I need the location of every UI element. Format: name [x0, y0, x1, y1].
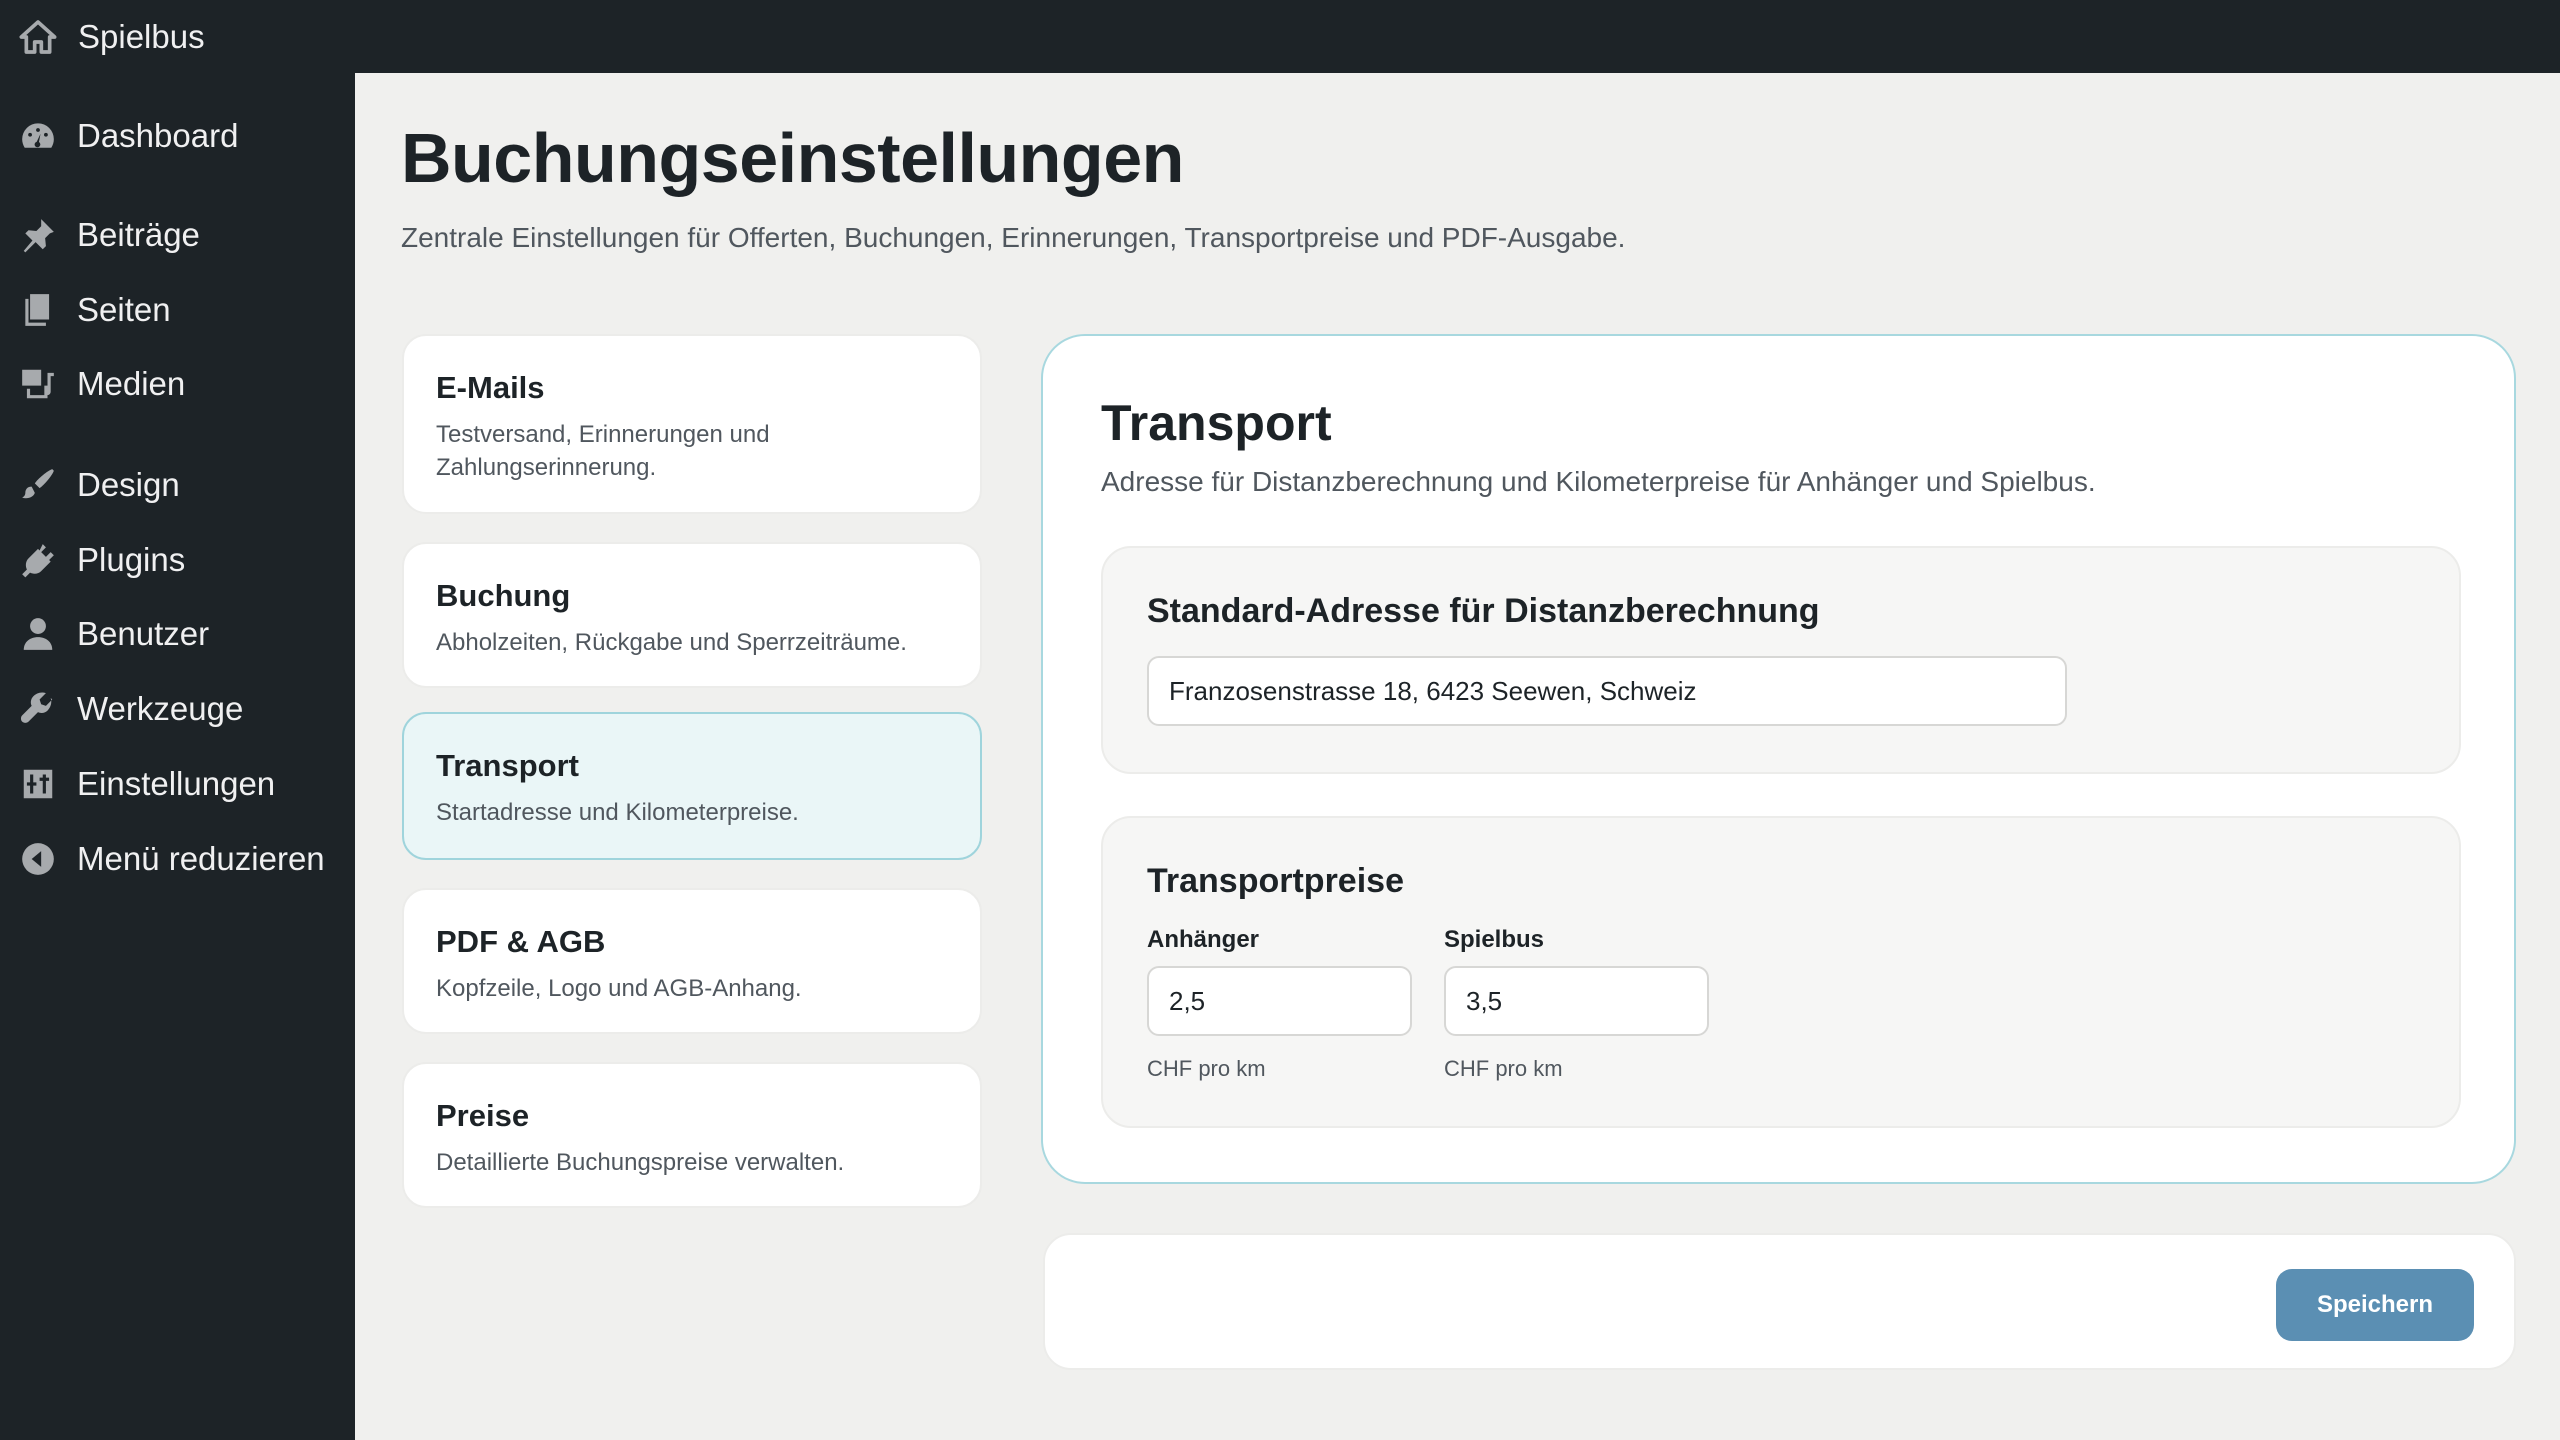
bus-price-input[interactable]: 3,5 [1444, 966, 1709, 1036]
transport-panel: Transport Adresse für Distanzberechnung … [1041, 334, 2516, 1184]
card-description: Abholzeiten, Rückgabe und Sperrzeiträume… [436, 629, 907, 656]
dashboard-icon [18, 116, 58, 156]
sidebar-item-seiten[interactable]: Seiten [0, 280, 355, 340]
collapse-icon [18, 839, 58, 879]
bus-price-label: Spielbus [1444, 926, 1545, 953]
card-transport[interactable]: Transport Startadresse und Kilometerprei… [402, 712, 982, 860]
address-section-title: Standard-Adresse für Distanzberechnung [1147, 592, 1820, 630]
sidebar-item-label: Beiträge [77, 216, 200, 253]
address-input[interactable]: Franzosenstrasse 18, 6423 Seewen, Schwei… [1147, 656, 2067, 726]
card-title: E-Mails [436, 370, 545, 405]
save-button[interactable]: Speichern [2276, 1269, 2474, 1341]
pin-icon [18, 215, 58, 255]
address-section: Standard-Adresse für Distanzberechnung F… [1101, 546, 2461, 774]
card-pdf-agb[interactable]: PDF & AGB Kopfzeile, Logo und AGB-Anhang… [402, 888, 982, 1034]
site-name: Spielbus [78, 17, 205, 55]
sidebar-item-design[interactable]: Design [0, 455, 355, 515]
admin-bar: Spielbus [0, 0, 2560, 73]
card-description: Detaillierte Buchungspreise verwalten. [436, 1149, 845, 1176]
trailer-price-help: CHF pro km [1147, 1056, 1266, 1081]
pages-icon [18, 290, 58, 330]
card-title: Preise [436, 1098, 530, 1133]
sidebar-item-collapse[interactable]: Menü reduzieren [0, 829, 355, 889]
trailer-price-input[interactable]: 2,5 [1147, 966, 1412, 1036]
save-bar: Speichern [1043, 1233, 2516, 1370]
sidebar-item-label: Einstellungen [77, 765, 276, 802]
sidebar-item-label: Benutzer [77, 615, 210, 652]
page-title: Buchungseinstellungen [401, 119, 1184, 197]
sidebar-item-label: Dashboard [77, 117, 239, 154]
card-description: Startadresse und Kilometerpreise. [436, 799, 799, 826]
plugin-icon [18, 540, 58, 580]
card-description: Testversand, Erinnerungen und Zahlungser… [436, 421, 770, 481]
sidebar-item-einstellungen[interactable]: Einstellungen [0, 754, 355, 814]
page-subtitle: Zentrale Einstellungen für Offerten, Buc… [401, 222, 1626, 253]
sidebar-item-werkzeuge[interactable]: Werkzeuge [0, 679, 355, 739]
card-title: PDF & AGB [436, 924, 606, 959]
card-title: Transport [436, 748, 579, 783]
trailer-price-label: Anhänger [1147, 926, 1260, 953]
card-preise[interactable]: Preise Detaillierte Buchungspreise verwa… [402, 1062, 982, 1208]
sidebar-item-benutzer[interactable]: Benutzer [0, 604, 355, 664]
wrench-icon [18, 689, 58, 729]
brush-icon [18, 465, 58, 505]
panel-title: Transport [1101, 395, 1332, 451]
site-link[interactable]: Spielbus [18, 0, 205, 73]
sidebar-item-beitraege[interactable]: Beiträge [0, 205, 355, 265]
bus-price-help: CHF pro km [1444, 1056, 1563, 1081]
sidebar-item-plugins[interactable]: Plugins [0, 530, 355, 590]
settings-icon [18, 764, 58, 804]
card-description: Kopfzeile, Logo und AGB-Anhang. [436, 975, 802, 1002]
sidebar-item-label: Design [77, 466, 180, 503]
card-buchung[interactable]: Buchung Abholzeiten, Rückgabe und Sperrz… [402, 542, 982, 688]
sidebar-item-label: Seiten [77, 291, 171, 328]
transport-prices-section: Transportpreise Anhänger 2,5 CHF pro km … [1101, 816, 2461, 1128]
user-icon [18, 614, 58, 654]
sidebar-item-label: Menü reduzieren [77, 840, 325, 877]
sidebar-item-label: Medien [77, 365, 186, 402]
sidebar-item-label: Plugins [77, 541, 186, 578]
prices-section-title: Transportpreise [1147, 862, 1404, 900]
media-icon [18, 364, 58, 404]
card-emails[interactable]: E-Mails Testversand, Erinnerungen und Za… [402, 334, 982, 514]
home-icon [19, 19, 57, 54]
sidebar-item-dashboard[interactable]: Dashboard [0, 106, 355, 166]
card-title: Buchung [436, 578, 571, 613]
panel-subtitle: Adresse für Distanzberechnung und Kilome… [1101, 466, 2096, 497]
sidebar-item-label: Werkzeuge [77, 690, 244, 727]
sidebar-item-medien[interactable]: Medien [0, 354, 355, 414]
admin-sidebar: Dashboard Beiträge Seiten Medien Design … [0, 73, 355, 1440]
